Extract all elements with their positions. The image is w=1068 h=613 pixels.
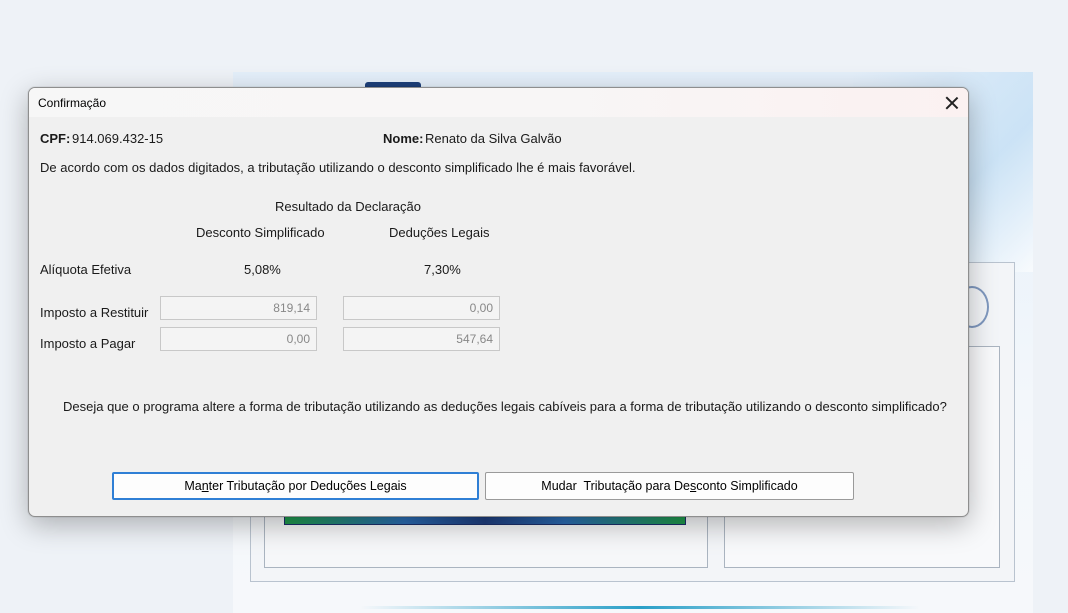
pagar-simplificado-field: 0,00 (160, 327, 317, 351)
pagar-label: Imposto a Pagar (40, 336, 136, 351)
close-icon (946, 97, 958, 109)
intro-text: De acordo com os dados digitados, a trib… (40, 160, 636, 175)
cpf-label: CPF: (40, 131, 71, 146)
keep-button-mnemonic: n (201, 479, 209, 493)
change-button-label-end: conto Simplificado (696, 479, 798, 493)
nome-value: Renato da Silva Galvão (425, 131, 562, 146)
restituir-legais-field: 0,00 (343, 296, 500, 320)
column-header-simplificado: Desconto Simplificado (196, 225, 325, 240)
cpf-value: 914.069.432-15 (72, 131, 164, 146)
dialog-titlebar: Confirmação (29, 88, 968, 117)
restituir-simplificado-field: 819,14 (160, 296, 317, 320)
keep-legal-deductions-button[interactable]: Ma n ter Tributação por Deduções Legais (112, 472, 479, 500)
result-header: Resultado da Declaração (275, 199, 421, 214)
aliquota-legais: 7,30% (424, 262, 461, 277)
dialog-title: Confirmação (38, 96, 107, 110)
close-button[interactable] (936, 88, 968, 117)
pagar-legais-field: 547,64 (343, 327, 500, 351)
column-header-legais: Deduções Legais (389, 225, 490, 240)
aliquota-label: Alíquota Efetiva (40, 262, 132, 277)
change-to-simplified-button[interactable]: Mudar Tributação para De s conto Simplific… (485, 472, 854, 500)
confirmation-dialog: Confirmação CPF: 914.069.432-15 Nome: Re… (28, 87, 969, 517)
question-text: Deseja que o programa altere a forma de … (63, 399, 947, 414)
keep-button-label-end: ter Tributação por Deduções Legais (208, 479, 407, 493)
keep-button-label-start: Ma (184, 479, 202, 493)
restituir-label: Imposto a Restituir (40, 305, 149, 320)
background-decorative-line (360, 606, 920, 609)
nome-label: Nome: (383, 131, 424, 146)
change-button-label-start: Mudar Tributação para De (541, 479, 690, 493)
aliquota-simplificado: 5,08% (244, 262, 281, 277)
